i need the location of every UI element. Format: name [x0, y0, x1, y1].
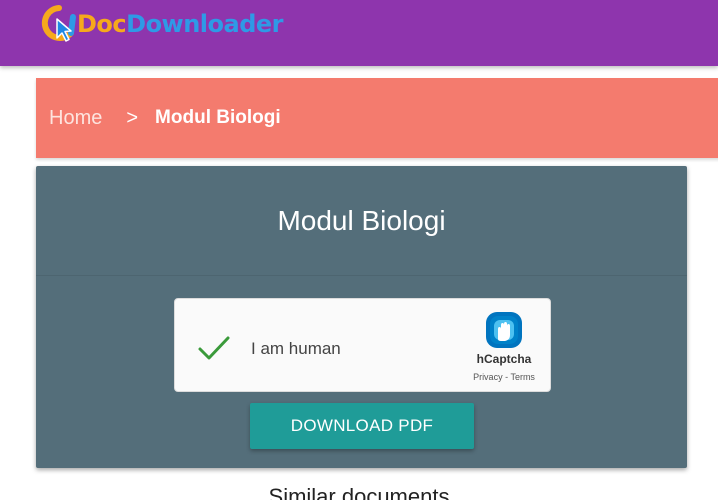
- similar-documents-heading: Similar documents: [268, 484, 450, 500]
- checkmark-icon[interactable]: [197, 335, 231, 361]
- captcha-label: I am human: [251, 339, 341, 358]
- breadcrumb: Home > Modul Biologi: [36, 78, 718, 158]
- document-card: Modul Biologi I am human hCaptcha Privac…: [36, 166, 687, 468]
- terms-link[interactable]: Terms: [510, 372, 535, 382]
- hcaptcha-widget: I am human hCaptcha Privacy - Terms: [174, 298, 551, 392]
- logo-icon: [41, 5, 76, 42]
- breadcrumb-home-link[interactable]: Home: [49, 107, 102, 130]
- hcaptcha-links: Privacy - Terms: [459, 372, 549, 382]
- logo-text-downloader: Downloader: [126, 10, 284, 38]
- breadcrumb-separator: >: [126, 106, 139, 129]
- hcaptcha-brand: hCaptcha: [476, 352, 532, 366]
- links-separator: -: [505, 372, 509, 382]
- logo-text: DocDownloader: [77, 10, 284, 38]
- logo-text-doc: Doc: [77, 10, 127, 38]
- top-navbar: DocDownloader: [0, 0, 718, 66]
- hcaptcha-logo-icon: [486, 312, 522, 348]
- download-pdf-button[interactable]: DOWNLOAD PDF: [250, 403, 474, 449]
- document-title: Modul Biologi: [36, 166, 687, 276]
- privacy-link[interactable]: Privacy: [473, 372, 503, 382]
- page: DocDownloader Home > Modul Biologi Modul…: [0, 0, 718, 500]
- site-logo-link[interactable]: DocDownloader: [38, 4, 284, 44]
- breadcrumb-current: Modul Biologi: [155, 107, 281, 128]
